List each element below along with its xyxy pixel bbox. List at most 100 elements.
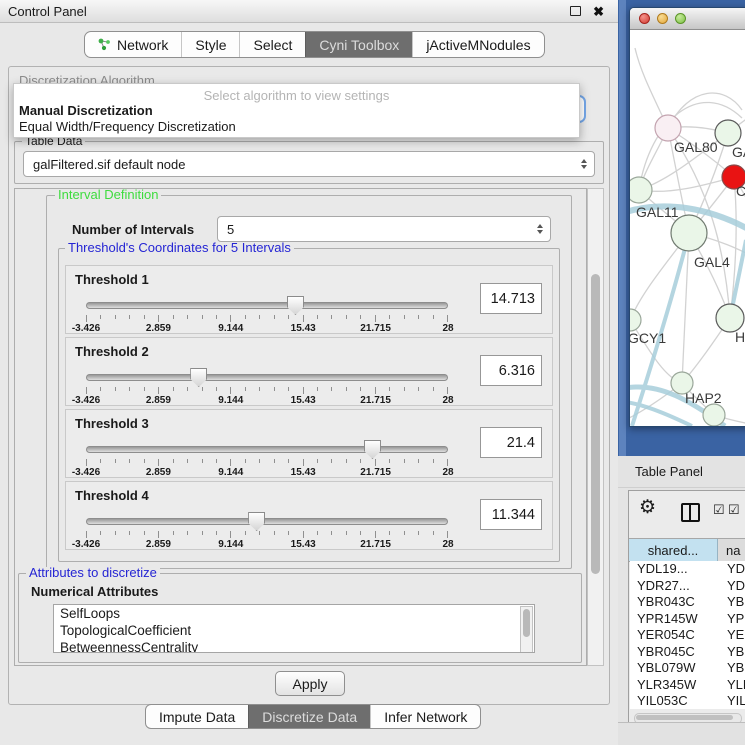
combo-spinner-icon: [581, 159, 594, 169]
column-layout-icon[interactable]: [681, 503, 700, 522]
network-node[interactable]: [703, 404, 725, 426]
number-of-intervals-value: 5: [218, 222, 537, 237]
threshold-value-field[interactable]: 6.316: [480, 355, 542, 386]
tab-network[interactable]: Network: [85, 32, 181, 57]
slider-track[interactable]: [86, 302, 448, 309]
screen: Control Panel ✖ Network Sty: [0, 0, 745, 745]
slider-ticks: [86, 459, 448, 467]
table-row[interactable]: YBL079W YBL0: [630, 660, 745, 677]
slider-ticks: [86, 531, 448, 539]
algorithm-option-list: Manual DiscretizationEqual Width/Frequen…: [14, 103, 579, 135]
checkbox-icon[interactable]: ☑: [728, 502, 740, 518]
scrollbar-thumb[interactable]: [636, 715, 733, 720]
slider-ticks: [86, 387, 448, 395]
cell-shared-name: YBR045C: [630, 644, 727, 661]
list-item[interactable]: TopologicalCoefficient: [54, 622, 534, 639]
tab-cyni-toolbox[interactable]: Cyni Toolbox: [305, 32, 412, 57]
node-label: C: [736, 183, 745, 199]
cell-name: YDL1: [727, 561, 745, 578]
numerical-attributes-list[interactable]: SelfLoopsTopologicalCoefficientBetweenne…: [53, 604, 535, 653]
table-row[interactable]: YBR043C YBR0: [630, 594, 745, 611]
network-node[interactable]: [716, 304, 744, 332]
tab-jactivemnodules[interactable]: jActiveMNodules: [412, 32, 543, 57]
tab-impute-data[interactable]: Impute Data: [146, 705, 248, 728]
table-rows: YDL19... YDL1 YDR27... YDR2 YBR043C YBR0…: [630, 561, 745, 709]
threshold-value-field[interactable]: 21.4: [480, 427, 542, 458]
threshold-label: Threshold 4: [75, 488, 149, 503]
threshold-slider[interactable]: -3.4262.8599.14415.4321.71528: [86, 366, 448, 402]
network-node[interactable]: [630, 309, 641, 331]
threshold-slider[interactable]: -3.4262.8599.14415.4321.71528: [86, 438, 448, 474]
checkbox-icon[interactable]: ☑: [713, 502, 725, 518]
table-row[interactable]: YLR345W YLR3: [630, 677, 745, 694]
network-canvas[interactable]: GAL80 GA C GAL11 GAL4 GCY1 H HAP2: [630, 30, 745, 426]
cell-shared-name: YER054C: [630, 627, 727, 644]
attributes-scrollbar[interactable]: [520, 606, 533, 653]
close-traffic-light-icon[interactable]: [639, 13, 650, 24]
threshold-slider[interactable]: -3.4262.8599.14415.4321.71528: [86, 510, 448, 546]
threshold-panel: Threshold 2 -3.4262.8599.14415.4321.7152…: [65, 337, 553, 406]
threshold-value-field[interactable]: 14.713: [480, 283, 542, 314]
network-node[interactable]: [655, 115, 681, 141]
table-panel-footer: [618, 722, 745, 745]
slider-track[interactable]: [86, 518, 448, 525]
tab-label: Infer Network: [384, 709, 467, 725]
tab-infer-network[interactable]: Infer Network: [370, 705, 480, 728]
table-panel-title: Table Panel: [618, 464, 703, 479]
slider-knob[interactable]: [287, 296, 304, 315]
tab-select[interactable]: Select: [239, 32, 305, 57]
threshold-slider[interactable]: -3.4262.8599.14415.4321.71528: [86, 294, 448, 330]
network-node[interactable]: [671, 215, 707, 251]
attributes-group-label: Attributes to discretize: [26, 567, 160, 579]
algorithm-popup-hint: Select algorithm to view settings: [14, 84, 579, 103]
cell-name: YDR2: [727, 578, 745, 595]
table-data-combobox[interactable]: galFiltered.sif default node: [23, 151, 595, 177]
slider-tick-labels: -3.4262.8599.14415.4321.71528: [86, 539, 448, 550]
slider-knob[interactable]: [248, 512, 265, 531]
zoom-traffic-light-icon[interactable]: [675, 13, 686, 24]
scrollbar-thumb[interactable]: [523, 609, 530, 637]
number-of-intervals-label: Number of Intervals: [72, 222, 194, 237]
cell-name: YER0: [727, 627, 745, 644]
slider-track[interactable]: [86, 446, 448, 453]
threshold-value-field[interactable]: 11.344: [480, 499, 542, 530]
settings-scrollbar[interactable]: [587, 188, 604, 666]
network-window-titlebar: [630, 8, 745, 30]
table-row[interactable]: YIL053C YIL0: [630, 693, 745, 709]
cell-name: YIL0: [727, 693, 745, 709]
thresholds-group: Threshold's Coordinates for 5 Intervals …: [58, 248, 560, 562]
table-row[interactable]: YDL19... YDL1: [630, 561, 745, 578]
column-header-shared-name[interactable]: shared...: [629, 539, 718, 561]
list-item[interactable]: BetweennessCentrality: [54, 639, 534, 653]
network-node[interactable]: [630, 177, 652, 203]
tab-discretize-data[interactable]: Discretize Data: [248, 705, 370, 728]
interval-definition-label: Interval Definition: [55, 189, 161, 201]
table-row[interactable]: YDR27... YDR2: [630, 578, 745, 595]
table-row[interactable]: YPR145W YPR1: [630, 611, 745, 628]
slider-knob[interactable]: [190, 368, 207, 387]
float-window-icon[interactable]: [570, 6, 581, 16]
algorithm-option[interactable]: Equal Width/Frequency Discretization: [14, 119, 579, 135]
minimize-traffic-light-icon[interactable]: [657, 13, 668, 24]
list-item[interactable]: SelfLoops: [54, 605, 534, 622]
tab-label: Network: [117, 37, 168, 53]
close-icon[interactable]: ✖: [593, 5, 604, 18]
apply-button[interactable]: Apply: [275, 671, 345, 696]
tab-label: Cyni Toolbox: [319, 37, 399, 53]
gear-icon[interactable]: ⚙: [639, 496, 656, 519]
bottom-tab-bar: Impute Data Discretize Data Infer Networ…: [145, 704, 481, 729]
scrollbar-thumb[interactable]: [591, 274, 600, 574]
table-row[interactable]: YER054C YER0: [630, 627, 745, 644]
number-of-intervals-combobox[interactable]: 5: [217, 216, 551, 242]
network-node[interactable]: [715, 120, 741, 146]
table-data-selected-value: galFiltered.sif default node: [24, 157, 581, 172]
numerical-attributes-heading: Numerical Attributes: [31, 584, 158, 599]
tab-style[interactable]: Style: [181, 32, 239, 57]
cell-shared-name: YBL079W: [630, 660, 727, 677]
algorithm-option[interactable]: Manual Discretization: [14, 103, 579, 119]
cell-name: YBR0: [727, 644, 745, 661]
table-row[interactable]: YBR045C YBR0: [630, 644, 745, 661]
slider-track[interactable]: [86, 374, 448, 381]
slider-knob[interactable]: [364, 440, 381, 459]
column-header-name[interactable]: na: [718, 539, 745, 561]
